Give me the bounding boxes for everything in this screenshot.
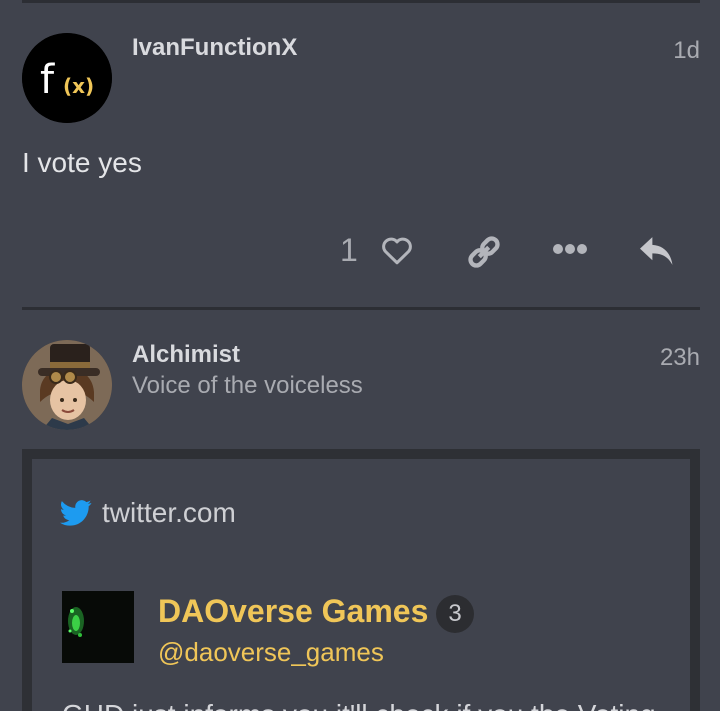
fx-logo-icon: f (x) (22, 33, 112, 123)
onebox-source[interactable]: twitter.com (60, 497, 236, 529)
tweet-text: GHD just informs you it'll check if you … (62, 699, 656, 711)
onebox-domain[interactable]: twitter.com (102, 497, 236, 529)
post-username[interactable]: IvanFunctionX (132, 34, 297, 62)
profile-image-art (62, 591, 134, 663)
twitter-display-name[interactable]: DAOverse Games (158, 593, 428, 630)
twitter-handle[interactable]: @daoverse_games (158, 637, 384, 668)
post-divider-top (22, 0, 700, 3)
post-time[interactable]: 23h (660, 344, 700, 372)
avatar-sub: (x) (63, 74, 94, 98)
post-divider (22, 307, 700, 310)
post-body: I vote yes (22, 147, 142, 178)
twitter-bird-icon (60, 500, 92, 526)
twitter-badge: 3 (436, 595, 474, 633)
steampunk-character-avatar (22, 340, 112, 430)
twitter-onebox[interactable]: twitter.com DAOverse Games 3 @daoverse_g… (22, 449, 700, 711)
heart-icon (382, 237, 412, 265)
link-icon (468, 236, 500, 268)
copy-link-button[interactable] (464, 232, 504, 277)
reply-button[interactable] (638, 234, 676, 273)
like-count[interactable]: 1 (340, 232, 358, 269)
post-actions: 1 (0, 228, 720, 278)
more-button[interactable] (552, 242, 588, 261)
like-button[interactable] (378, 232, 416, 273)
post-time[interactable]: 1d (673, 37, 700, 65)
more-dots-icon (553, 244, 587, 254)
avatar[interactable]: f (x) (22, 33, 112, 123)
avatar-letter: f (40, 57, 55, 103)
user-title: Voice of the voiceless (132, 372, 363, 399)
avatar[interactable] (22, 340, 112, 430)
reply-icon (640, 237, 673, 265)
post-username[interactable]: Alchimist (132, 341, 240, 369)
twitter-profile-image[interactable] (62, 591, 134, 663)
